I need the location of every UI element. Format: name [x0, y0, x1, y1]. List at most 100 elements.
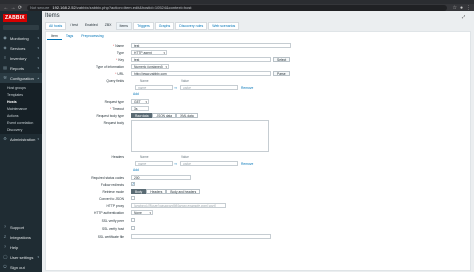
sidebar-item-services[interactable]: ◈ Services ▾: [0, 43, 42, 53]
submenu-host-groups[interactable]: Host groups: [0, 84, 42, 91]
subnav-all-hosts[interactable]: All hosts: [45, 22, 67, 30]
chevron-down-icon: ▾: [37, 36, 39, 40]
header-name-input[interactable]: name: [135, 161, 173, 166]
query-name-input[interactable]: name: [135, 85, 173, 90]
query-arrow-icon: ⇒: [174, 86, 177, 90]
submenu-actions[interactable]: Actions: [0, 112, 42, 119]
url-parse-button[interactable]: Parse: [273, 71, 290, 76]
sidebar-item-monitoring[interactable]: ◉ Monitoring ▾: [0, 33, 42, 43]
status-codes-label: Required status codes: [91, 176, 124, 180]
timeout-label: Timeout: [110, 107, 124, 111]
http-auth-select[interactable]: None: [131, 210, 153, 215]
key-label: Key: [116, 58, 124, 62]
forward-icon[interactable]: →: [10, 5, 16, 11]
body-type-json[interactable]: JSON data: [152, 113, 177, 118]
tab-tags[interactable]: Tags: [62, 33, 77, 40]
chevron-down-icon: ▾: [37, 137, 39, 141]
sidebar-item-integrations[interactable]: Z Integrations: [0, 232, 42, 242]
url-input[interactable]: http://www.zabbix.com: [131, 71, 271, 76]
query-remove-link[interactable]: Remove: [241, 86, 253, 90]
retrieve-headers[interactable]: Headers: [146, 189, 167, 194]
subnav-discovery-rules[interactable]: Discovery rules: [175, 22, 208, 30]
reload-icon[interactable]: ⟳: [17, 5, 23, 11]
star-icon[interactable]: ☆: [452, 5, 456, 11]
ssl-verify-host-checkbox[interactable]: [131, 226, 135, 230]
chevron-down-icon: ▾: [37, 46, 39, 50]
type-select[interactable]: HTTP agent: [131, 50, 167, 55]
sidebar-item-user-settings[interactable]: ◯ User settings ▾: [0, 252, 42, 262]
query-fields-label: Query fields: [106, 79, 124, 83]
kiosk-mode-icon[interactable]: ⤢: [462, 14, 468, 19]
gear-icon: ⚙: [3, 136, 7, 141]
key-input[interactable]: test: [131, 57, 271, 62]
url-label: URL: [115, 72, 124, 76]
sidebar-item-administration[interactable]: ⚙ Administration ▾: [0, 134, 42, 144]
submenu-templates[interactable]: Templates: [0, 91, 42, 98]
body-type-raw[interactable]: Raw data: [131, 113, 153, 118]
info-type-select[interactable]: Numeric (unsigned): [131, 64, 169, 69]
ssl-cert-input[interactable]: [131, 234, 271, 239]
sidebar-item-support[interactable]: ? Support: [0, 222, 42, 232]
back-icon[interactable]: ←: [3, 5, 9, 11]
wrench-icon: ⚒: [3, 75, 7, 80]
body-type-xml[interactable]: XML data: [176, 113, 198, 118]
header-value-input[interactable]: value: [180, 161, 238, 166]
header-add-link[interactable]: Add: [133, 168, 139, 172]
services-icon: ◈: [3, 45, 7, 50]
profile-icon[interactable]: ●: [460, 5, 463, 11]
menu-icon[interactable]: ⋮: [466, 5, 471, 11]
header-remove-link[interactable]: Remove: [241, 162, 253, 166]
user-icon: ◯: [3, 254, 8, 259]
subnav-triggers[interactable]: Triggers: [133, 22, 154, 30]
tab-item[interactable]: Item: [47, 33, 62, 40]
convert-json-checkbox[interactable]: [131, 196, 135, 200]
request-type-select[interactable]: GET: [131, 99, 149, 104]
submenu-discovery[interactable]: Discovery: [0, 126, 42, 133]
headers-col-name: Name: [140, 155, 149, 159]
support-icon: ?: [3, 224, 7, 229]
subnav-host[interactable]: / test: [67, 22, 81, 30]
query-value-input[interactable]: value: [180, 85, 238, 90]
retrieve-mode-radio: Body Headers Body and headers: [131, 189, 201, 194]
timeout-input[interactable]: 3s: [131, 106, 149, 111]
subnav-items[interactable]: Items: [115, 22, 133, 30]
form-tabs: Item Tags Preprocessing: [47, 33, 108, 40]
ssl-verify-peer-checkbox[interactable]: [131, 218, 135, 222]
header-arrow-icon: ⇒: [174, 162, 177, 166]
main-content: Items ⤢ All hosts / test Enabled ZBX Ite…: [42, 11, 474, 272]
address-bar[interactable]: Not secure 192.168.2.52 /zabbix/zabbix.p…: [27, 4, 447, 11]
sidebar-item-help[interactable]: ? Help: [0, 242, 42, 252]
sidebar-item-configuration[interactable]: ⚒ Configuration ▴: [0, 73, 42, 83]
sidebar-item-sign-out[interactable]: ⏻ Sign out: [0, 262, 42, 272]
key-select-button[interactable]: Select: [273, 57, 291, 62]
sidebar: ZABBIX ◉ Monitoring ▾ ◈ Services ▾ ≡ Inventor…: [0, 11, 42, 272]
subnav-graphs[interactable]: Graphs: [154, 22, 175, 30]
host-breadcrumb-nav: All hosts / test Enabled ZBX Items Trigg…: [45, 22, 240, 30]
subnav-web-scenarios[interactable]: Web scenarios: [208, 22, 240, 30]
chevron-up-icon: ▴: [37, 76, 39, 80]
type-label: Type: [116, 51, 124, 55]
retrieve-body[interactable]: Body: [131, 189, 147, 194]
zabbix-logo[interactable]: ZABBIX: [3, 13, 39, 22]
chart-icon: ▤: [3, 65, 7, 70]
http-proxy-input[interactable]: [protocol://][user[:password]@]proxy.exa…: [131, 203, 226, 208]
retrieve-body-and-headers[interactable]: Body and headers: [166, 189, 201, 194]
item-form-panel: Item Tags Preprocessing Name test Type H…: [45, 31, 471, 271]
help-icon: ?: [3, 244, 7, 249]
submenu-event-correlation[interactable]: Event correlation: [0, 119, 42, 126]
request-body-label: Request body: [103, 121, 124, 125]
follow-redirects-checkbox[interactable]: ✓: [131, 182, 135, 186]
chevron-down-icon: ▾: [37, 255, 39, 259]
sidebar-search-input[interactable]: [3, 25, 39, 30]
tab-preprocessing[interactable]: Preprocessing: [77, 33, 107, 40]
sidebar-item-reports[interactable]: ▤ Reports ▾: [0, 63, 42, 73]
name-input[interactable]: test: [131, 43, 291, 48]
submenu-maintenance[interactable]: Maintenance: [0, 105, 42, 112]
status-codes-input[interactable]: 200: [131, 175, 191, 180]
submenu-hosts[interactable]: Hosts: [0, 98, 42, 105]
ssl-verify-peer-label: SSL verify peer: [101, 219, 124, 223]
request-body-textarea[interactable]: [131, 120, 269, 152]
retrieve-mode-label: Retrieve mode: [102, 190, 124, 194]
sidebar-item-inventory[interactable]: ≡ Inventory ▾: [0, 53, 42, 63]
query-add-link[interactable]: Add: [133, 92, 139, 96]
